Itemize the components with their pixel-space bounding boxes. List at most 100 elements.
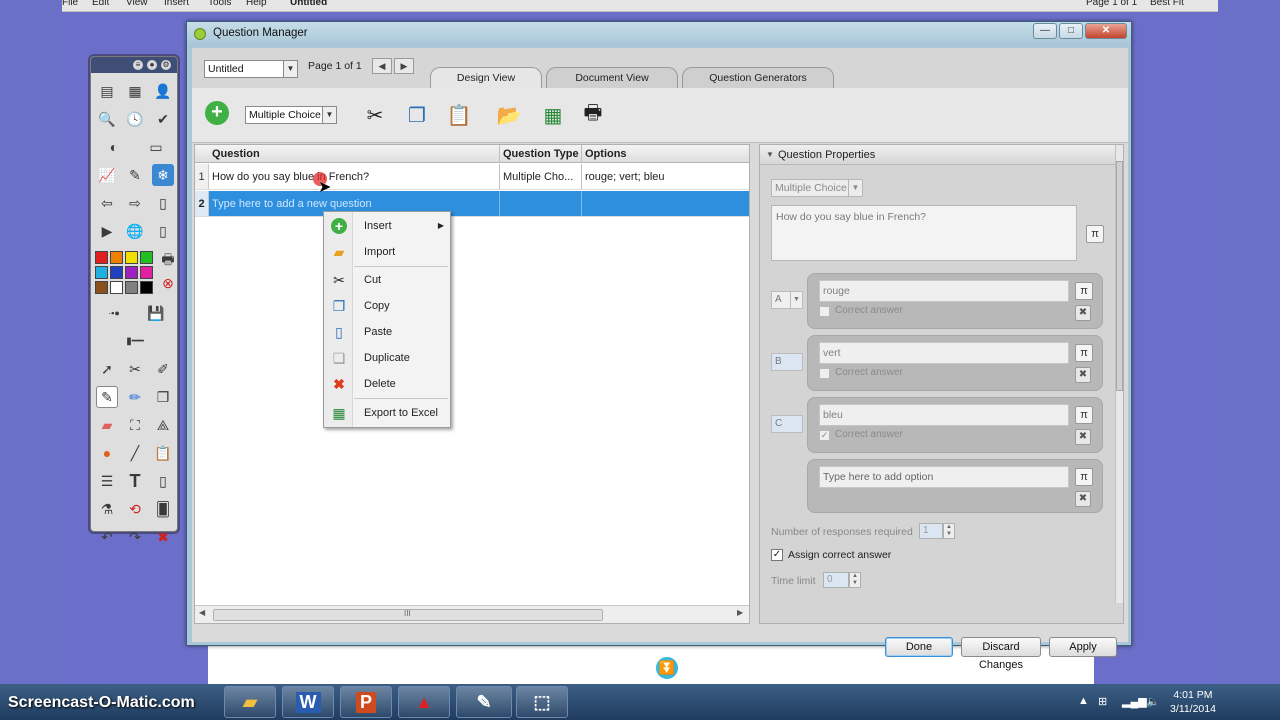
print-icon[interactable]: 🖶: [157, 250, 179, 272]
option-letter-select[interactable]: A ▼: [771, 291, 803, 309]
equation-button[interactable]: π: [1075, 282, 1093, 300]
tab-question-generators[interactable]: Question Generators: [682, 67, 834, 89]
menu-insert[interactable]: Insert: [164, 0, 189, 8]
tab-design-view[interactable]: Design View: [430, 67, 542, 89]
print-button[interactable]: 🖶: [578, 100, 608, 130]
redo-icon[interactable]: ↷: [124, 526, 146, 548]
responses-stepper[interactable]: 1: [919, 523, 943, 539]
explorer-task[interactable]: ▰: [224, 686, 276, 718]
excel-icon[interactable]: ▦: [124, 80, 146, 102]
clear-icon[interactable]: ✖: [152, 526, 174, 548]
time-limit-stepper[interactable]: 0: [823, 572, 849, 588]
word-task[interactable]: W: [282, 686, 334, 718]
stamp-icon[interactable]: ☰: [96, 470, 118, 492]
remove-option-icon[interactable]: ✖: [1075, 491, 1091, 507]
paste-button[interactable]: 📋: [444, 100, 474, 130]
next-page-button[interactable]: ▶: [394, 58, 414, 74]
network-icon[interactable]: ⊞: [1098, 695, 1107, 708]
done-button[interactable]: Done: [885, 637, 953, 657]
system-clock[interactable]: 4:01 PM 3/11/2014: [1170, 688, 1216, 716]
minimize-button[interactable]: —: [1033, 23, 1057, 39]
save-icon[interactable]: 💾: [145, 302, 167, 324]
cell-question-type[interactable]: [499, 191, 581, 216]
remove-option-icon[interactable]: ✖: [1075, 429, 1091, 445]
shape-icon[interactable]: ●: [96, 442, 118, 464]
stepper-arrows-icon[interactable]: ▲ ▼: [943, 523, 955, 539]
edit-icon[interactable]: ✐: [152, 358, 174, 380]
pen-tool-icon[interactable]: ✎: [96, 386, 118, 408]
correct-answer-checkbox[interactable]: [819, 368, 830, 379]
scrollbar-thumb[interactable]: III: [213, 609, 603, 621]
toolbox-header[interactable]: ≡ ● ⚙: [91, 57, 177, 73]
check-icon[interactable]: ✔: [152, 108, 174, 130]
collapse-icon[interactable]: ▼: [766, 145, 774, 165]
pen-size-icon[interactable]: ·▪●: [103, 302, 125, 324]
tab-document-view[interactable]: Document View: [546, 67, 678, 89]
menu-item-copy[interactable]: ❐ Copy: [324, 294, 450, 318]
column-question[interactable]: Question: [209, 145, 499, 162]
text-tool-icon[interactable]: T: [124, 470, 146, 492]
copy-pages-icon[interactable]: ❐: [152, 386, 174, 408]
add-question-button[interactable]: +: [202, 98, 232, 128]
select-arrow-icon[interactable]: ➚: [96, 358, 118, 380]
menu-view[interactable]: View: [126, 0, 148, 8]
play-icon[interactable]: ▶: [96, 220, 118, 242]
question-text-field[interactable]: How do you say blue in French?: [771, 205, 1077, 261]
compass-icon[interactable]: ⟁: [152, 414, 174, 436]
document-select[interactable]: Untitled ▼: [204, 60, 298, 78]
menu-help[interactable]: Help: [246, 0, 267, 8]
question-type-select[interactable]: Multiple Choice ▼: [245, 106, 337, 124]
menu-item-export-excel[interactable]: ▦ Export to Excel: [324, 401, 450, 425]
cell-options[interactable]: rouge; vert; bleu: [581, 164, 749, 189]
signal-icon[interactable]: ▂▄▆: [1122, 695, 1147, 708]
paste-tool-icon[interactable]: 📋: [152, 442, 174, 464]
color-palette[interactable]: [95, 250, 153, 294]
next-page-icon[interactable]: ⇨: [124, 192, 146, 214]
window-titlebar[interactable]: Question Manager — □ ✕: [187, 22, 1131, 46]
cards-icon[interactable]: 🂠: [152, 498, 174, 520]
cell-options[interactable]: [581, 191, 749, 216]
option-letter-field[interactable]: C: [771, 415, 803, 433]
scroll-left-icon[interactable]: ◀: [199, 608, 205, 617]
tray-expand-icon[interactable]: ▲: [1078, 695, 1089, 707]
menu-item-paste[interactable]: ▯ Paste: [324, 320, 450, 344]
assign-correct-checkbox[interactable]: ✓: [771, 549, 783, 561]
notebook-task[interactable]: ✎: [456, 686, 512, 718]
menu-item-duplicate[interactable]: ❏ Duplicate: [324, 346, 450, 370]
volume-icon[interactable]: 🔈: [1146, 695, 1160, 708]
menu-item-import[interactable]: ▰ Import: [324, 240, 450, 264]
equation-button[interactable]: π: [1086, 225, 1104, 243]
import-button[interactable]: 📂: [494, 100, 524, 130]
menu-edit[interactable]: Edit: [92, 0, 109, 8]
line-icon[interactable]: ╱: [124, 442, 146, 464]
property-type-select[interactable]: Multiple Choice ▼: [771, 179, 863, 197]
menu-item-insert[interactable]: + Insert ▶: [324, 214, 450, 238]
beaker-icon[interactable]: ⚗: [96, 498, 118, 520]
remove-option-icon[interactable]: ✖: [1075, 305, 1091, 321]
equation-button[interactable]: π: [1075, 344, 1093, 362]
prev-page-button[interactable]: ◀: [372, 58, 392, 74]
fill-icon[interactable]: ⛶: [124, 414, 146, 436]
chart-icon[interactable]: 📈: [96, 164, 118, 186]
option-text-field[interactable]: rouge: [819, 280, 1069, 302]
doc-icon[interactable]: ▯: [152, 470, 174, 492]
equation-button[interactable]: π: [1075, 406, 1093, 424]
close-button[interactable]: ✕: [1085, 23, 1127, 39]
correct-answer-checkbox[interactable]: [819, 306, 830, 317]
column-question-type[interactable]: Question Type: [499, 145, 581, 162]
menu-item-delete[interactable]: ✖ Delete: [324, 372, 450, 396]
properties-header[interactable]: ▼ Question Properties: [760, 145, 1115, 165]
page-sorter-icon[interactable]: ▤: [96, 80, 118, 102]
pdf-icon[interactable]: ▯: [152, 220, 174, 242]
zoom-icon[interactable]: 🔍: [96, 108, 118, 130]
user-icon[interactable]: 👤: [152, 80, 174, 102]
cell-question[interactable]: How do you say blue in French?: [209, 164, 499, 189]
refresh-icon[interactable]: ⟲: [124, 498, 146, 520]
tools-icon[interactable]: ✂: [124, 358, 146, 380]
maximize-button[interactable]: □: [1059, 23, 1083, 39]
powerpoint-task[interactable]: P: [340, 686, 392, 718]
close-red-icon[interactable]: ⊗: [157, 272, 179, 294]
correct-answer-checkbox-checked[interactable]: ✓: [819, 430, 830, 441]
new-page-icon[interactable]: ▯: [152, 192, 174, 214]
browser-icon[interactable]: ▭: [145, 136, 167, 158]
